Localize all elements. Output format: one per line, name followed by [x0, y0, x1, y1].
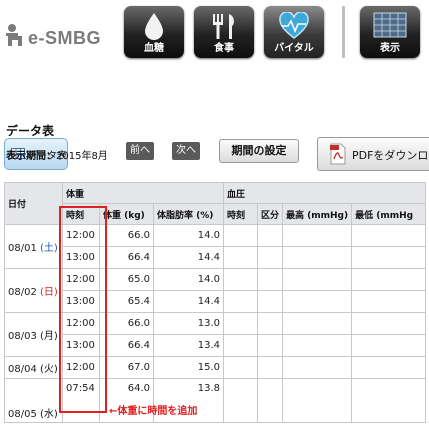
- weight-cell: 66.4: [99, 246, 154, 269]
- max-cell: [282, 378, 353, 423]
- pdf-download-label: PDFをダウンロ: [352, 149, 429, 162]
- header-max: 最高 (mmHg): [282, 203, 353, 225]
- category-cell: [256, 268, 284, 291]
- category-cell: [256, 334, 284, 357]
- nav-label: バイタル: [274, 43, 314, 54]
- max-cell: [282, 290, 353, 313]
- header-date: 日付: [4, 182, 63, 225]
- fork-knife-icon: [213, 14, 234, 39]
- header-min: 最低 (mmHg: [351, 203, 427, 225]
- next-button[interactable]: 次へ: [172, 142, 200, 160]
- period-value: 2015年8月: [56, 151, 108, 162]
- bp-time-cell: [223, 224, 258, 247]
- period-label: 表示期間：: [6, 151, 56, 162]
- bp-time-cell: [223, 312, 258, 335]
- nav-label: 血糖: [144, 43, 164, 54]
- weight-cell: 66.4: [99, 334, 154, 357]
- category-cell: [256, 290, 284, 313]
- date-cell: 08/01 (土): [4, 224, 63, 269]
- weight-cell: 66.0: [99, 312, 154, 335]
- header-divider: [342, 6, 345, 58]
- pdf-download-button[interactable]: PDFをダウンロ: [317, 137, 429, 171]
- date-cell: 08/05 (水): [4, 378, 63, 423]
- max-cell: [282, 224, 353, 247]
- min-cell: [351, 356, 427, 379]
- category-cell: [256, 312, 284, 335]
- min-cell: [351, 290, 427, 313]
- header-bp-group: 血圧: [222, 182, 427, 204]
- nav-display-button[interactable]: 表示: [360, 6, 420, 58]
- app-header: e-SMBG 血糖 食事 バイタル 表示: [0, 0, 429, 66]
- bodyfat-cell: 14.0: [153, 224, 224, 247]
- drop-icon: [145, 13, 163, 40]
- bodyfat-cell: 14.4: [153, 290, 224, 313]
- nav-blood-sugar-button[interactable]: 血糖: [124, 6, 184, 58]
- min-cell: [351, 312, 427, 335]
- category-cell: [256, 224, 284, 247]
- bodyfat-cell: 15.0: [153, 356, 224, 379]
- category-cell: [256, 356, 284, 379]
- max-cell: [282, 312, 353, 335]
- header-category: 区分: [256, 203, 284, 225]
- pdf-icon: [330, 143, 346, 165]
- min-cell: [351, 224, 427, 247]
- nav-meal-button[interactable]: 食事: [194, 6, 254, 58]
- app-title: e-SMBG: [28, 28, 102, 48]
- date-cell: 08/03 (月): [4, 312, 63, 357]
- bp-time-cell: [223, 268, 258, 291]
- min-cell: [351, 378, 427, 423]
- bodyfat-cell: 13.0: [153, 312, 224, 335]
- period-setting-button[interactable]: 期間の設定: [219, 139, 299, 163]
- max-cell: [282, 246, 353, 269]
- bp-time-cell: [223, 334, 258, 357]
- header-weight-group: 体重: [62, 182, 224, 204]
- heart-icon: [279, 12, 309, 39]
- min-cell: [351, 246, 427, 269]
- nav-label: 表示: [380, 43, 400, 54]
- grid-icon: [373, 12, 407, 38]
- weight-cell: 67.0: [99, 356, 154, 379]
- display-period: 表示期間：2015年8月: [6, 147, 108, 162]
- page-title: データ表: [6, 124, 55, 138]
- header-bp-time: 時刻: [223, 203, 258, 225]
- header-bodyfat: 体脂肪率 (%): [153, 203, 224, 225]
- bodyfat-cell: 13.4: [153, 334, 224, 357]
- date-cell: 08/04 (火): [4, 356, 63, 379]
- category-cell: [256, 246, 284, 269]
- category-cell: [256, 378, 284, 423]
- date-cell: 08/02 (日): [4, 268, 63, 313]
- bp-time-cell: [223, 378, 258, 423]
- logo-icon: [6, 24, 22, 46]
- annotation-note: ←体重に時間を追加: [109, 406, 198, 417]
- bodyfat-cell: 14.0: [153, 268, 224, 291]
- prev-button[interactable]: 前へ: [126, 142, 154, 160]
- max-cell: [282, 356, 353, 379]
- highlight-box: [59, 206, 107, 413]
- bp-time-cell: [223, 246, 258, 269]
- min-cell: [351, 268, 427, 291]
- bp-time-cell: [223, 356, 258, 379]
- nav-vital-button[interactable]: バイタル: [264, 6, 324, 58]
- sub-navigation: データ表: [0, 66, 429, 170]
- weight-cell: 65.4: [99, 290, 154, 313]
- bodyfat-cell: 14.4: [153, 246, 224, 269]
- max-cell: [282, 334, 353, 357]
- bp-time-cell: [223, 290, 258, 313]
- weight-cell: 65.0: [99, 268, 154, 291]
- nav-label: 食事: [214, 43, 234, 54]
- weight-cell: 66.0: [99, 224, 154, 247]
- min-cell: [351, 334, 427, 357]
- header-weight: 体重 (kg): [99, 203, 154, 225]
- max-cell: [282, 268, 353, 291]
